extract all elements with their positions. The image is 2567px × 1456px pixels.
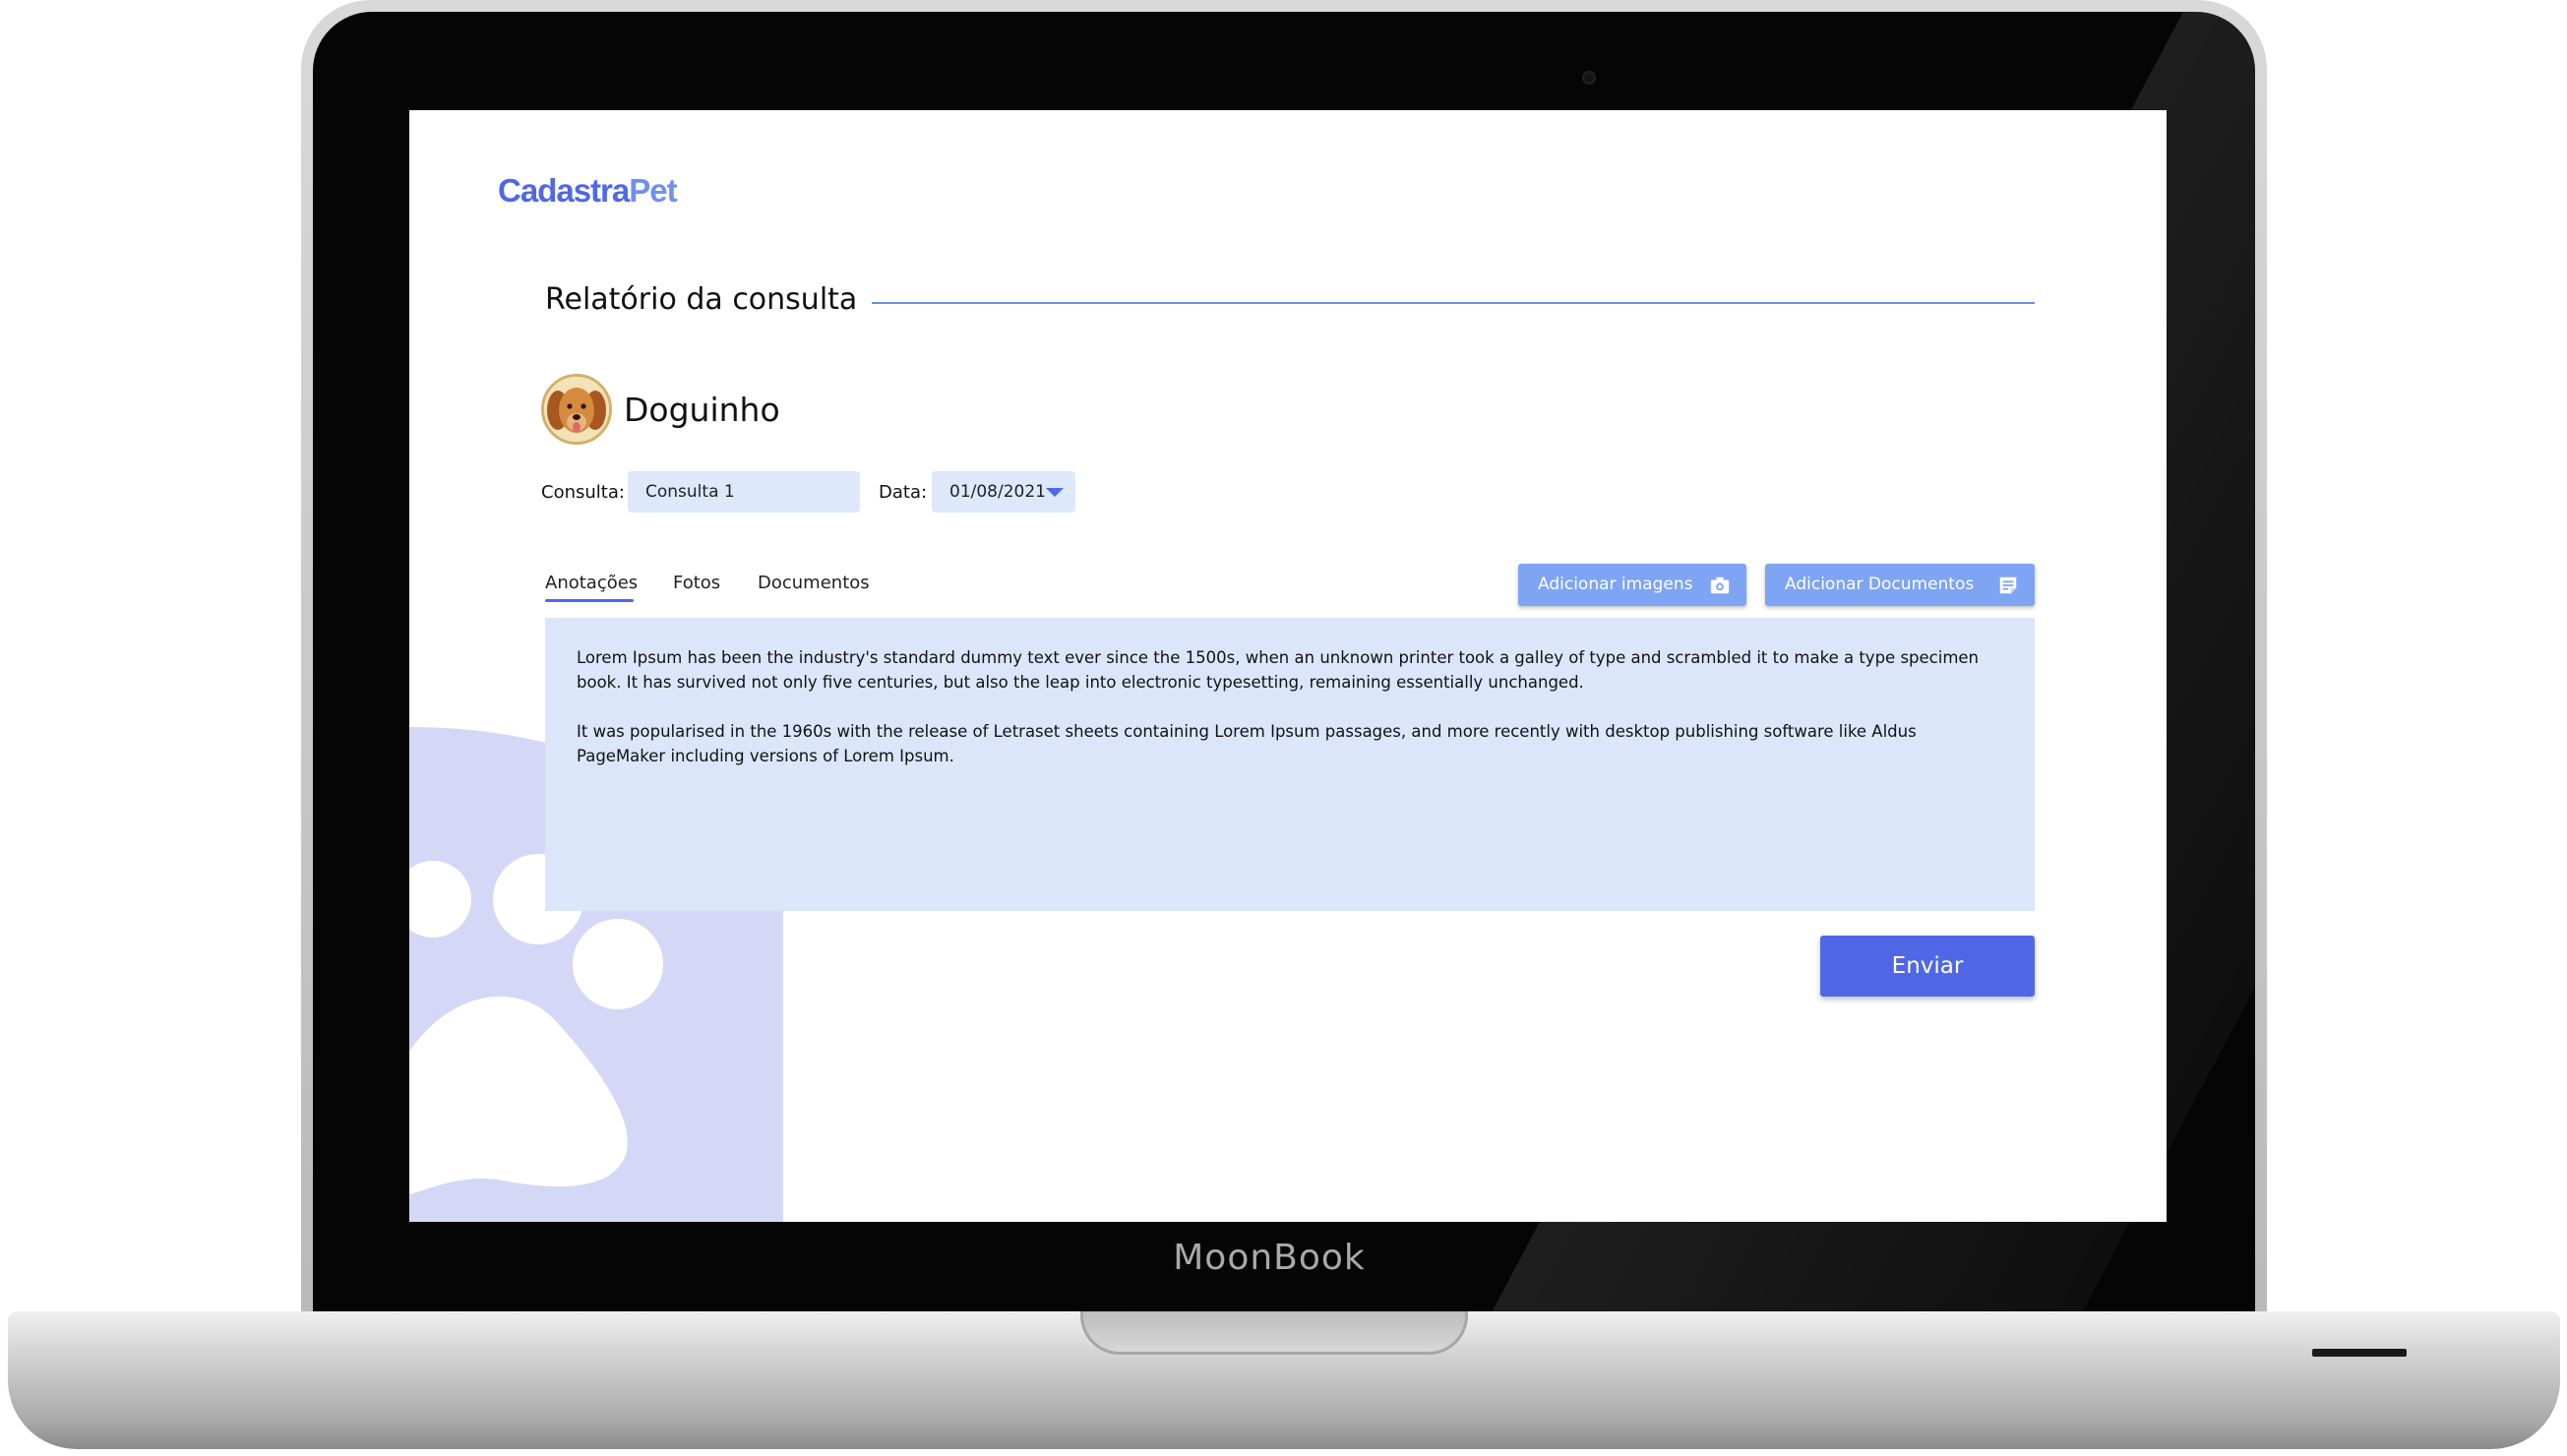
laptop-slot [2312, 1349, 2407, 1357]
pet-avatar [541, 374, 612, 445]
webcam [1582, 71, 1596, 85]
title-divider [872, 302, 2035, 304]
date-select[interactable]: 01/08/2021 [932, 471, 1075, 513]
data-label: Data: [879, 482, 928, 503]
notes-textarea[interactable]: Lorem Ipsum has been the industry's stan… [545, 618, 2035, 911]
add-images-button[interactable]: Adicionar imagens [1518, 564, 1746, 606]
date-value: 01/08/2021 [949, 482, 1046, 502]
logo-text-secondary: Pet [629, 172, 677, 209]
pet-name: Doguinho [624, 391, 780, 429]
add-images-label: Adicionar imagens [1538, 575, 1693, 594]
camera-icon [1710, 576, 1730, 594]
tab-anotacoes[interactable]: Anotações [545, 573, 638, 593]
notes-paragraph-1: Lorem Ipsum has been the industry's stan… [577, 648, 1980, 692]
logo-text-primary: Cadastra [498, 172, 630, 209]
add-documents-label: Adicionar Documentos [1785, 575, 1975, 594]
dog-avatar-icon [544, 377, 609, 442]
consulta-input[interactable]: Consulta 1 [628, 471, 860, 513]
app-screen: CadastraPet Relatório da consulta Doguin… [409, 110, 2167, 1222]
document-icon [1999, 576, 2017, 594]
app-logo[interactable]: CadastraPet [498, 172, 678, 221]
add-documents-button[interactable]: Adicionar Documentos [1765, 564, 2035, 606]
laptop-brand-label: MoonBook [1173, 1238, 1366, 1278]
active-tab-indicator [545, 599, 634, 602]
consulta-label: Consulta: [541, 482, 625, 503]
notes-paragraph-2: It was popularised in the 1960s with the… [577, 722, 1917, 765]
tab-fotos[interactable]: Fotos [673, 573, 720, 593]
submit-button[interactable]: Enviar [1820, 936, 2035, 997]
chevron-down-icon [1046, 488, 1064, 497]
laptop-opening-notch [1080, 1311, 1468, 1355]
tab-documentos[interactable]: Documentos [758, 573, 870, 593]
page-title: Relatório da consulta [545, 282, 858, 317]
